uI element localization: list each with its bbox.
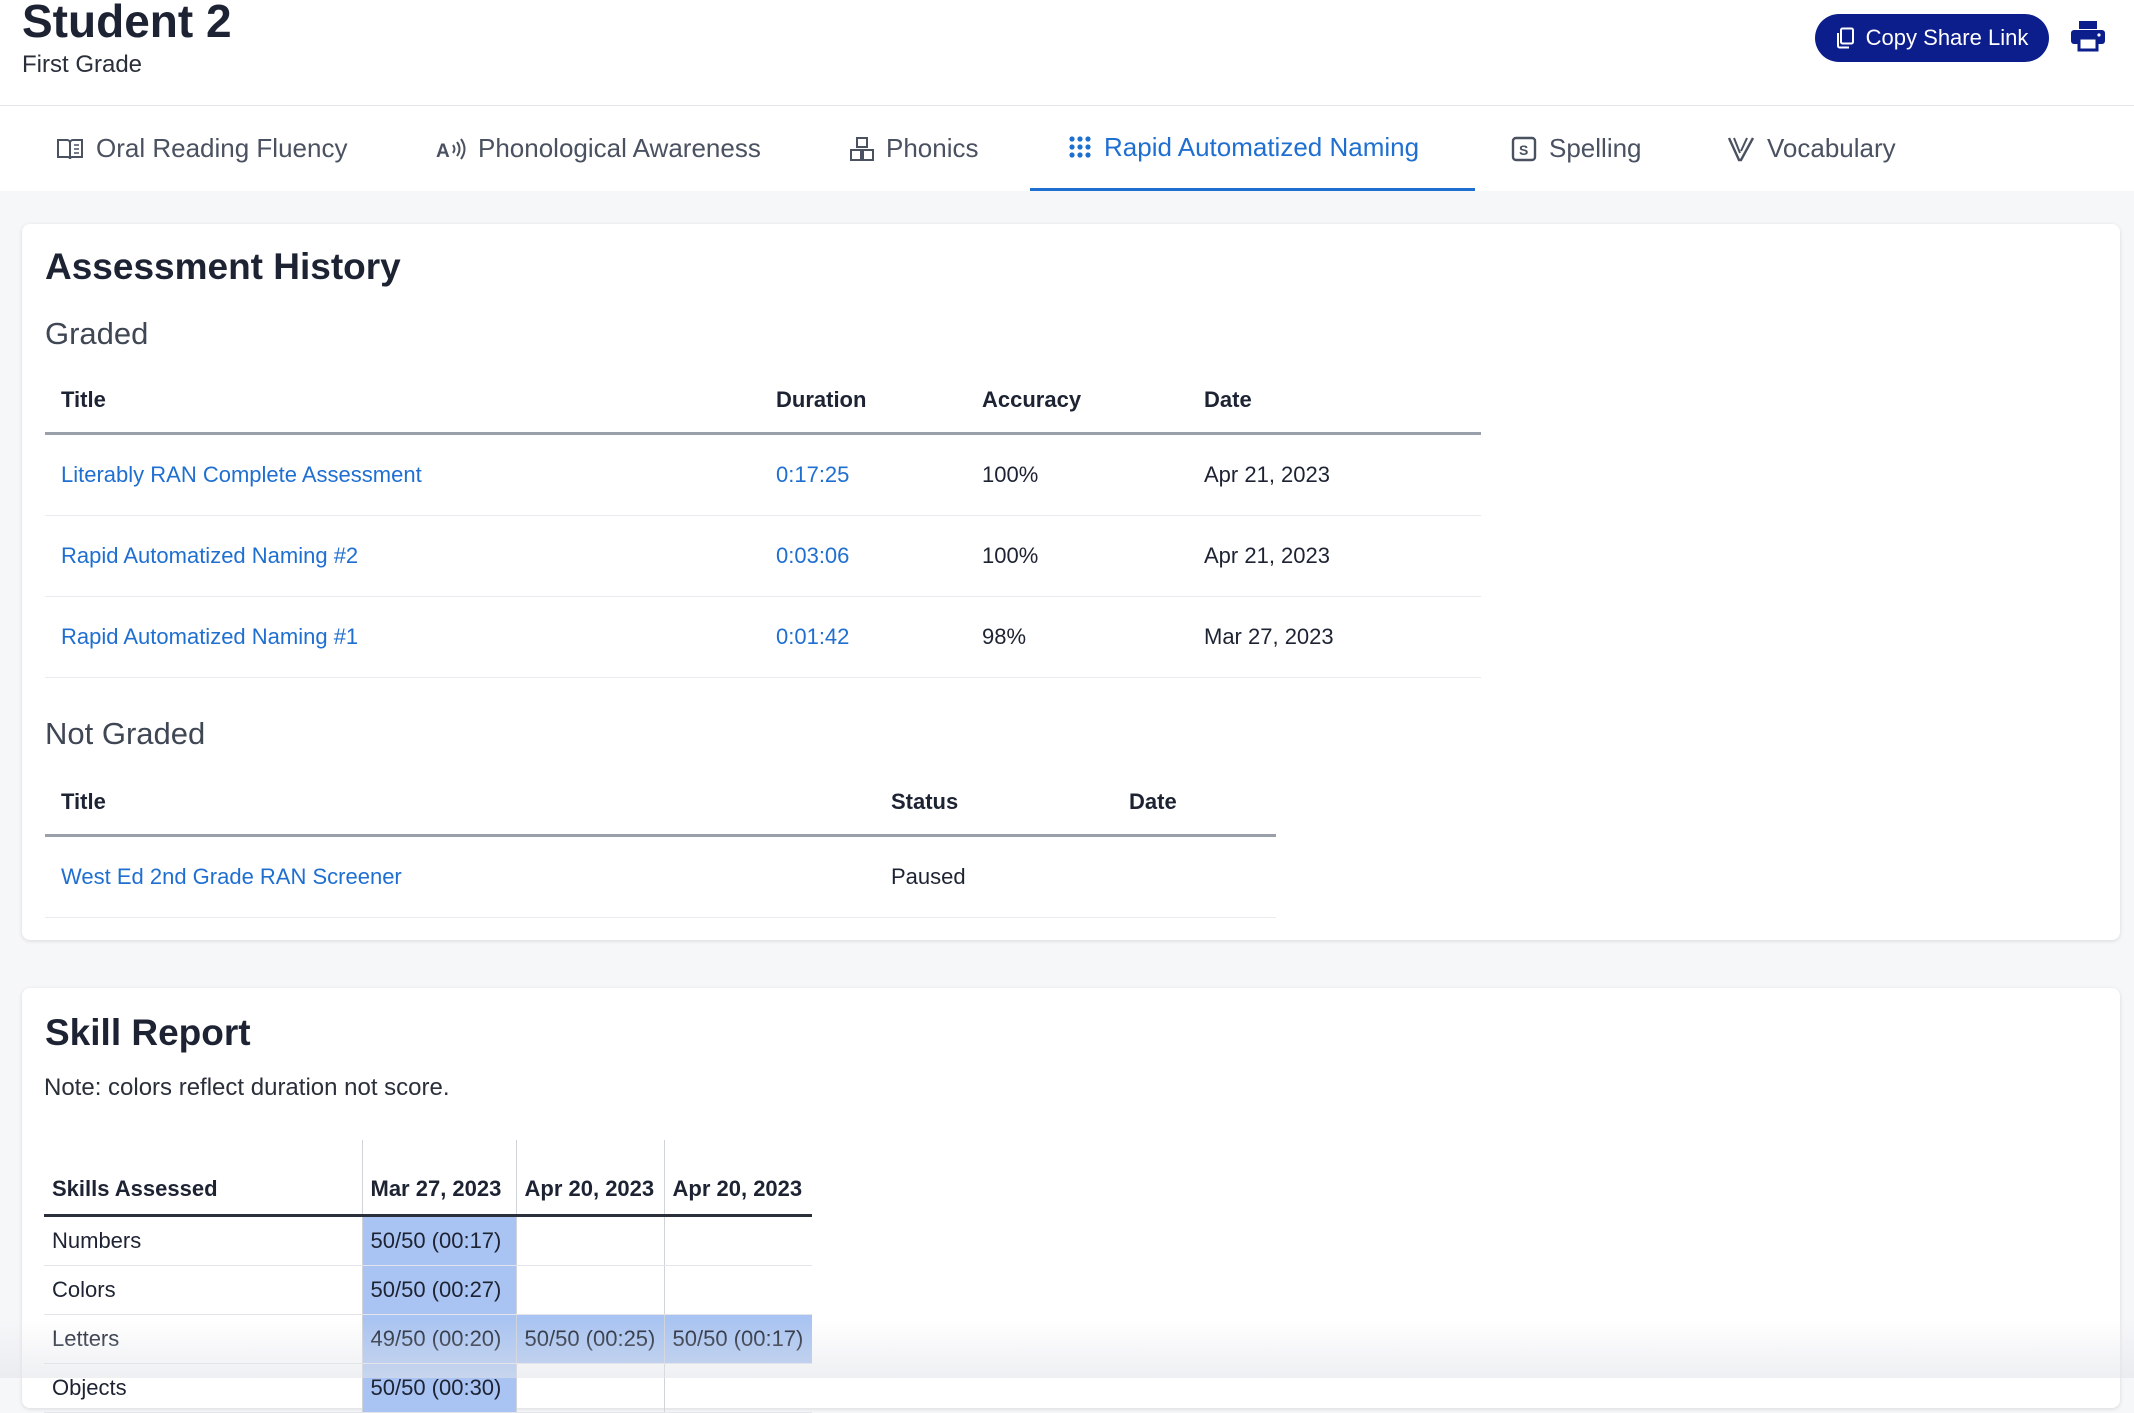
column-header-title: Title bbox=[45, 368, 760, 435]
tab-phonics[interactable]: Phonics bbox=[850, 106, 979, 191]
column-header-status: Status bbox=[875, 770, 1113, 837]
assessment-title-link[interactable]: West Ed 2nd Grade RAN Screener bbox=[45, 835, 875, 918]
column-header-date: Date bbox=[1188, 368, 1481, 435]
status-value: Paused bbox=[875, 835, 1113, 918]
tab-oral-reading-fluency[interactable]: Oral Reading Fluency bbox=[56, 106, 347, 191]
tab-vocabulary[interactable]: Vocabulary bbox=[1727, 106, 1896, 191]
assessment-title-link[interactable]: Rapid Automatized Naming #2 bbox=[45, 515, 760, 597]
tab-label: Oral Reading Fluency bbox=[96, 133, 348, 163]
column-header-date: Date bbox=[1113, 770, 1276, 837]
print-icon bbox=[2070, 21, 2106, 56]
skill-report-table: Skills Assessed Mar 27, 2023 Apr 20, 202… bbox=[44, 1140, 812, 1413]
table-row: West Ed 2nd Grade RAN Screener Paused bbox=[45, 835, 1276, 918]
skill-score-cell: 50/50 (00:17) bbox=[663, 1314, 812, 1364]
skill-score-cell bbox=[663, 1215, 812, 1266]
column-header-date: Mar 27, 2023 bbox=[361, 1140, 516, 1217]
assessment-history-title: Assessment History bbox=[45, 246, 401, 287]
date-value: Apr 21, 2023 bbox=[1188, 515, 1481, 597]
skill-report-title: Skill Report bbox=[45, 1012, 251, 1053]
accuracy-value: 100% bbox=[966, 515, 1188, 597]
column-header-accuracy: Accuracy bbox=[966, 368, 1188, 435]
column-header-date: Apr 20, 2023 bbox=[515, 1140, 664, 1217]
table-row: Letters 49/50 (00:20) 50/50 (00:25) 50/5… bbox=[44, 1314, 812, 1364]
date-value: Mar 27, 2023 bbox=[1188, 596, 1481, 678]
accuracy-value: 98% bbox=[966, 596, 1188, 678]
table-row: Literably RAN Complete Assessment 0:17:2… bbox=[45, 433, 1481, 516]
table-row: Rapid Automatized Naming #1 0:01:42 98% … bbox=[45, 596, 1481, 678]
skill-score-cell: 50/50 (00:25) bbox=[515, 1314, 664, 1364]
table-row: Rapid Automatized Naming #2 0:03:06 100%… bbox=[45, 515, 1481, 597]
duration-link[interactable]: 0:17:25 bbox=[760, 433, 966, 516]
assessment-history-card: Assessment History Graded Title Duration… bbox=[22, 224, 2120, 940]
svg-text:A: A bbox=[436, 141, 450, 161]
graded-table-header: Title Duration Accuracy Date bbox=[45, 368, 1481, 435]
assessment-title-link[interactable]: Rapid Automatized Naming #1 bbox=[45, 596, 760, 678]
student-name: Student 2 bbox=[22, 0, 232, 47]
sound-icon: A bbox=[436, 137, 466, 161]
skill-name: Objects bbox=[44, 1363, 362, 1413]
skill-score-cell: 50/50 (00:17) bbox=[361, 1215, 516, 1266]
tab-rapid-automatized-naming[interactable]: Rapid Automatized Naming bbox=[1030, 106, 1475, 191]
column-header-title: Title bbox=[45, 770, 875, 837]
skill-score-cell bbox=[515, 1363, 664, 1413]
tab-label: Spelling bbox=[1549, 133, 1642, 163]
duration-link[interactable]: 0:01:42 bbox=[760, 596, 966, 678]
skill-score-cell bbox=[663, 1363, 812, 1413]
vocabulary-icon bbox=[1727, 135, 1755, 163]
column-header-date: Apr 20, 2023 bbox=[663, 1140, 812, 1217]
date-value bbox=[1113, 835, 1276, 918]
graded-table: Title Duration Accuracy Date Literably R… bbox=[45, 368, 1481, 678]
tab-label: Phonics bbox=[886, 133, 979, 163]
skill-name: Letters bbox=[44, 1314, 362, 1364]
tab-label: Rapid Automatized Naming bbox=[1104, 131, 1420, 162]
not-graded-table-header: Title Status Date bbox=[45, 770, 1276, 837]
date-value: Apr 21, 2023 bbox=[1188, 433, 1481, 516]
tab-label: Phonological Awareness bbox=[478, 133, 761, 163]
graded-title: Graded bbox=[45, 316, 149, 351]
table-row: Numbers 50/50 (00:17) bbox=[44, 1215, 812, 1266]
table-row: Objects 50/50 (00:30) bbox=[44, 1363, 812, 1413]
copy-share-link-label: Copy Share Link bbox=[1865, 25, 2029, 50]
blocks-icon bbox=[850, 136, 874, 162]
assessment-tabs: Oral Reading Fluency A Phonological Awar… bbox=[0, 106, 2134, 191]
student-grade: First Grade bbox=[22, 51, 143, 78]
copy-share-link-button[interactable]: Copy Share Link bbox=[1815, 14, 2049, 62]
tab-phonological-awareness[interactable]: A Phonological Awareness bbox=[436, 106, 761, 191]
book-icon bbox=[56, 137, 84, 161]
skill-score-cell bbox=[515, 1215, 664, 1266]
skill-report-card: Skill Report Note: colors reflect durati… bbox=[22, 988, 2120, 1413]
page-header: Student 2 First Grade Copy Share Link bbox=[0, 0, 2134, 106]
skill-score-cell bbox=[515, 1265, 664, 1315]
skill-score-cell bbox=[663, 1265, 812, 1315]
table-row: Colors 50/50 (00:27) bbox=[44, 1265, 812, 1315]
skill-name: Numbers bbox=[44, 1215, 362, 1266]
skill-score-cell: 50/50 (00:30) bbox=[361, 1363, 516, 1413]
svg-text:S: S bbox=[1519, 142, 1528, 158]
skill-score-cell: 50/50 (00:27) bbox=[361, 1265, 516, 1315]
not-graded-table: Title Status Date West Ed 2nd Grade RAN … bbox=[45, 770, 1276, 918]
skill-report-note: Note: colors reflect duration not score. bbox=[44, 1074, 450, 1101]
assessment-title-link[interactable]: Literably RAN Complete Assessment bbox=[45, 433, 760, 516]
duration-link[interactable]: 0:03:06 bbox=[760, 515, 966, 597]
tab-spelling[interactable]: S Spelling bbox=[1511, 106, 1642, 191]
accuracy-value: 100% bbox=[966, 433, 1188, 516]
skill-score-cell: 49/50 (00:20) bbox=[361, 1314, 516, 1364]
tab-label: Vocabulary bbox=[1767, 133, 1896, 163]
spelling-icon: S bbox=[1511, 136, 1537, 162]
skill-report-header: Skills Assessed Mar 27, 2023 Apr 20, 202… bbox=[44, 1140, 812, 1217]
grid-icon bbox=[1068, 135, 1092, 159]
skill-name: Colors bbox=[44, 1265, 362, 1315]
column-header-skills: Skills Assessed bbox=[44, 1140, 362, 1217]
column-header-duration: Duration bbox=[760, 368, 966, 435]
copy-icon bbox=[1836, 27, 1856, 49]
not-graded-title: Not Graded bbox=[45, 716, 206, 751]
print-button[interactable] bbox=[2070, 20, 2110, 56]
